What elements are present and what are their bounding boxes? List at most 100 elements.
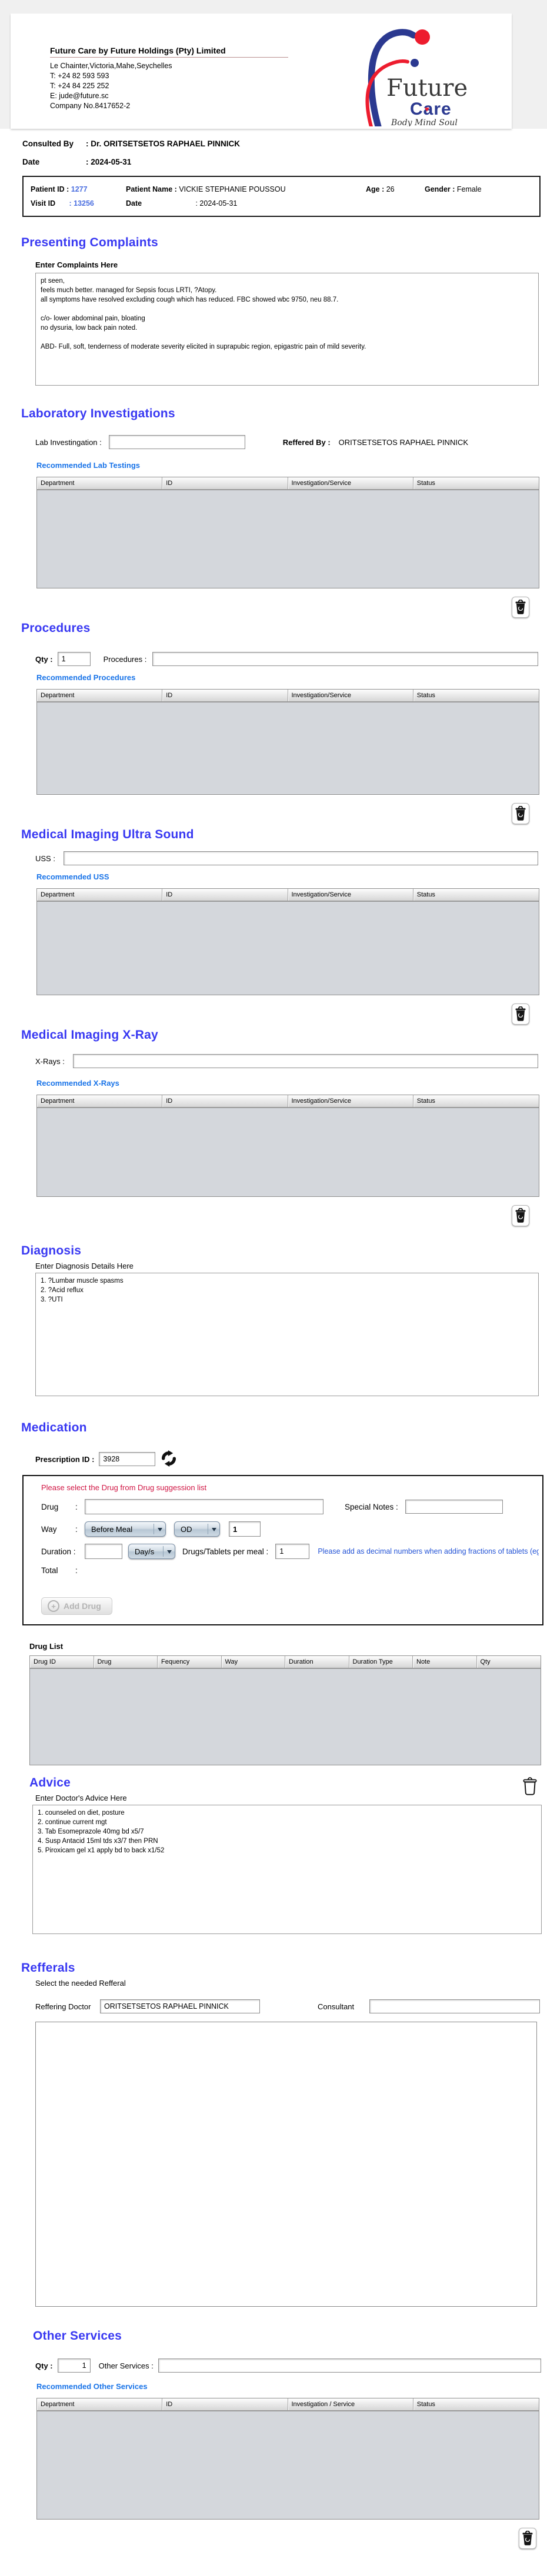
chevron-down-icon xyxy=(154,1524,162,1534)
column-header: ID xyxy=(162,690,288,701)
way-qty-input[interactable] xyxy=(229,1521,261,1537)
column-header: Investigation/Service xyxy=(288,1095,413,1107)
duration-input[interactable] xyxy=(85,1544,122,1559)
uss-input[interactable] xyxy=(63,851,538,865)
clear-lab-button[interactable] xyxy=(512,597,529,618)
column-header: Department xyxy=(37,1095,163,1107)
section-title-referrals: Refferals xyxy=(21,1961,75,1975)
patient-id-label: Patient ID : xyxy=(31,185,69,193)
trash-icon xyxy=(515,806,526,821)
trash-icon xyxy=(515,600,526,614)
complaints-textarea[interactable]: pt seen, feels much better. managed for … xyxy=(35,273,539,386)
recommended-procedures-link[interactable]: Recommended Procedures xyxy=(36,673,547,682)
column-header: ID xyxy=(162,889,288,901)
company-name: Future Care by Future Holdings (Pty) Lim… xyxy=(50,46,226,55)
xray-table: Department ID Investigation/Service Stat… xyxy=(36,1095,539,1197)
company-phone-1: T: +24 82 593 593 xyxy=(50,72,109,80)
duration-label: Duration : xyxy=(41,1547,76,1556)
drug-label: Drug xyxy=(41,1502,59,1511)
duration-unit-select[interactable]: Day/s xyxy=(128,1544,175,1559)
refresh-icon xyxy=(162,1450,176,1467)
procedures-table-body xyxy=(37,702,539,794)
way-row: Way : Before Meal OD xyxy=(41,1521,539,1537)
logo-word-future: Future xyxy=(386,75,468,102)
procedures-qty-input[interactable] xyxy=(57,652,91,666)
logo-tagline: Body Mind Soul xyxy=(391,118,458,126)
recommended-xray-link[interactable]: Recommended X-Rays xyxy=(36,1079,547,1088)
column-header: ID xyxy=(162,2398,288,2410)
procedures-table-header: Department ID Investigation/Service Stat… xyxy=(37,690,539,702)
xray-table-body xyxy=(37,1108,539,1196)
other-qty-input[interactable] xyxy=(57,2358,91,2373)
recommended-lab-link[interactable]: Recommended Lab Testings xyxy=(36,461,547,470)
procedures-label: Procedures : xyxy=(103,654,147,664)
drug-list-table-header: Drug ID Drug Fequency Way Duration Durat… xyxy=(30,1656,541,1669)
special-notes-input[interactable] xyxy=(405,1500,503,1514)
way-select[interactable]: Before Meal xyxy=(85,1521,166,1537)
clear-xray-button[interactable] xyxy=(512,1205,529,1226)
gender-label: Gender : xyxy=(425,185,455,193)
patient-row-2: Visit ID : 13256 Date : 2024-05-31 xyxy=(31,199,532,208)
prescription-id-input[interactable] xyxy=(99,1452,156,1466)
recommended-other-services-link[interactable]: Recommended Other Services xyxy=(36,2382,547,2391)
xray-input[interactable] xyxy=(72,1054,538,1068)
consult-date-value: : 2024-05-31 xyxy=(86,158,132,166)
referred-by-value: ORITSETSETOS RAPHAEL PINNICK xyxy=(338,437,468,447)
column-header: Department xyxy=(37,2398,163,2410)
lab-investigation-input[interactable] xyxy=(108,435,245,449)
trash-outline-icon xyxy=(523,1777,537,1795)
company-address: Le Chainter,Victoria,Mahe,Seychelles xyxy=(50,62,172,70)
xray-table-header: Department ID Investigation/Service Stat… xyxy=(37,1095,539,1108)
frequency-select[interactable]: OD xyxy=(174,1521,220,1537)
consult-date-label: Date xyxy=(22,158,40,166)
lab-investigation-label: Lab Investingation : xyxy=(35,437,102,447)
drug-list-table-body xyxy=(30,1669,541,1765)
consultant-label: Consultant xyxy=(318,2002,355,2011)
column-header: Investigation/Service xyxy=(288,690,413,701)
section-title-procedures: Procedures xyxy=(21,621,91,635)
xray-label: X-Rays : xyxy=(35,1056,65,1066)
consultant-input[interactable] xyxy=(369,1999,541,2013)
procedures-input[interactable] xyxy=(152,652,538,666)
clear-procedures-button[interactable] xyxy=(512,803,529,824)
visit-id-value: : 13256 xyxy=(69,199,94,208)
diagnosis-textarea[interactable]: 1. ?Lumbar muscle spasms 2. ?Acid reflux… xyxy=(35,1273,539,1396)
lab-table: Department ID Investigation/Service Stat… xyxy=(36,477,539,588)
duration-row: Duration : Day/s Drugs/Tablets per meal … xyxy=(41,1544,539,1559)
column-header: Status xyxy=(413,690,539,701)
referring-doctor-input[interactable] xyxy=(100,1999,260,2013)
complaints-label: Enter Complaints Here xyxy=(35,260,118,269)
consulted-by-label: Consulted By xyxy=(22,139,74,148)
plus-icon: + xyxy=(48,1600,59,1612)
column-header: Way xyxy=(222,1656,285,1668)
column-header: Fequency xyxy=(158,1656,222,1668)
column-header: Investigation / Service xyxy=(288,2398,413,2410)
section-title-medication: Medication xyxy=(21,1421,87,1434)
recommended-uss-link[interactable]: Recommended USS xyxy=(36,872,547,881)
clear-advice-button[interactable] xyxy=(520,1776,540,1797)
header-zone: Future Care by Future Holdings (Pty) Lim… xyxy=(0,0,547,136)
total-row: Total : xyxy=(41,1566,78,1575)
other-services-input[interactable] xyxy=(158,2358,541,2373)
per-meal-input[interactable] xyxy=(275,1544,310,1559)
patient-name-value: VICKIE STEPHANIE POUSSOU xyxy=(179,185,286,193)
uss-label: USS : xyxy=(35,854,55,863)
age-value: 26 xyxy=(386,185,395,193)
consulted-by-value: : Dr. ORITSETSETOS RAPHAEL PINNICK xyxy=(86,139,241,148)
clear-uss-button[interactable] xyxy=(512,1003,529,1025)
column-header: ID xyxy=(162,1095,288,1107)
drug-input[interactable] xyxy=(85,1499,323,1514)
other-services-table-body xyxy=(37,2411,539,2519)
other-qty-label: Qty : xyxy=(35,2361,53,2370)
section-title-presenting-complaints: Presenting Complaints xyxy=(21,236,158,249)
clear-other-services-button[interactable] xyxy=(519,2528,536,2549)
refresh-prescription-button[interactable] xyxy=(160,1450,178,1468)
advice-textarea[interactable]: 1. counseled on diet, posture 2. continu… xyxy=(32,1805,542,1934)
visit-date-value: : 2024-05-31 xyxy=(195,199,238,208)
other-services-table-header: Department ID Investigation / Service St… xyxy=(37,2398,539,2411)
patient-name-label: Patient Name : xyxy=(126,185,177,193)
column-header: ID xyxy=(162,477,288,489)
other-services-table: Department ID Investigation / Service St… xyxy=(36,2398,539,2520)
add-drug-button[interactable]: + Add Drug xyxy=(41,1597,112,1615)
column-header: Duration xyxy=(285,1656,349,1668)
